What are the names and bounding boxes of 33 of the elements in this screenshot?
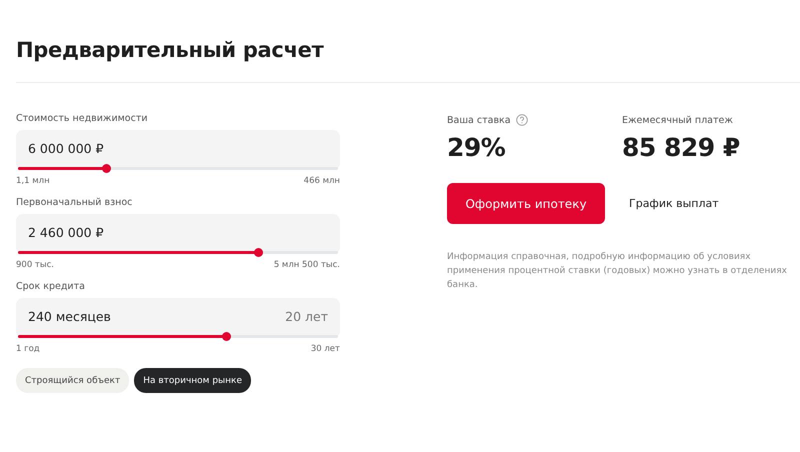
payment-value: 85 829 ₽ — [622, 133, 741, 162]
rate-value: 29% — [447, 133, 506, 162]
field-value: 6 000 000 ₽ — [28, 140, 104, 156]
min-label: 900 тыс. — [16, 260, 54, 270]
field-label: Первоначальный взнос — [16, 197, 134, 208]
info-note: Информация справочная, подробную информацию об условиях применения процентной ставки (годовых) можно узнать в отделениях банка. — [447, 251, 788, 292]
filter-chip[interactable]: Строящийся объект — [16, 368, 130, 393]
max-label: 466 млн — [304, 176, 340, 186]
field-value: 2 460 000 ₽ — [28, 224, 104, 240]
page-title: Предварительный расчет — [15, 37, 325, 64]
slider-thumb[interactable] — [222, 332, 230, 341]
input-field[interactable]: 6 000 000 ₽ — [16, 130, 340, 170]
input-field[interactable]: 2 460 000 ₽ — [16, 214, 340, 254]
field-label: Срок кредита — [16, 281, 86, 292]
min-label: 1,1 млн — [16, 176, 50, 186]
apply-button[interactable]: Оформить ипотеку — [447, 183, 605, 224]
slider-track[interactable] — [18, 251, 338, 254]
field-label: Стоимость недвижимости — [16, 113, 149, 124]
max-label: 30 лет — [310, 344, 340, 354]
max-label: 5 млн 500 тыс. — [274, 260, 340, 270]
filter-chip[interactable]: На вторичном рынке — [134, 368, 251, 393]
schedule-link[interactable]: График выплат — [629, 197, 719, 210]
slider-thumb[interactable] — [102, 164, 110, 173]
stat-label: Ваша ставка — [447, 114, 511, 126]
input-field[interactable]: 240 месяцев 20 лет — [16, 298, 340, 338]
field-suffix: 20 лет — [285, 308, 328, 324]
slider-track[interactable] — [18, 167, 338, 170]
stat-label: Ежемесячный платеж — [622, 114, 733, 126]
min-label: 1 год — [16, 344, 40, 354]
help-icon[interactable] — [516, 114, 528, 126]
slider-thumb[interactable] — [254, 248, 262, 257]
slider-track[interactable] — [18, 335, 338, 338]
field-value: 240 месяцев — [28, 308, 111, 324]
